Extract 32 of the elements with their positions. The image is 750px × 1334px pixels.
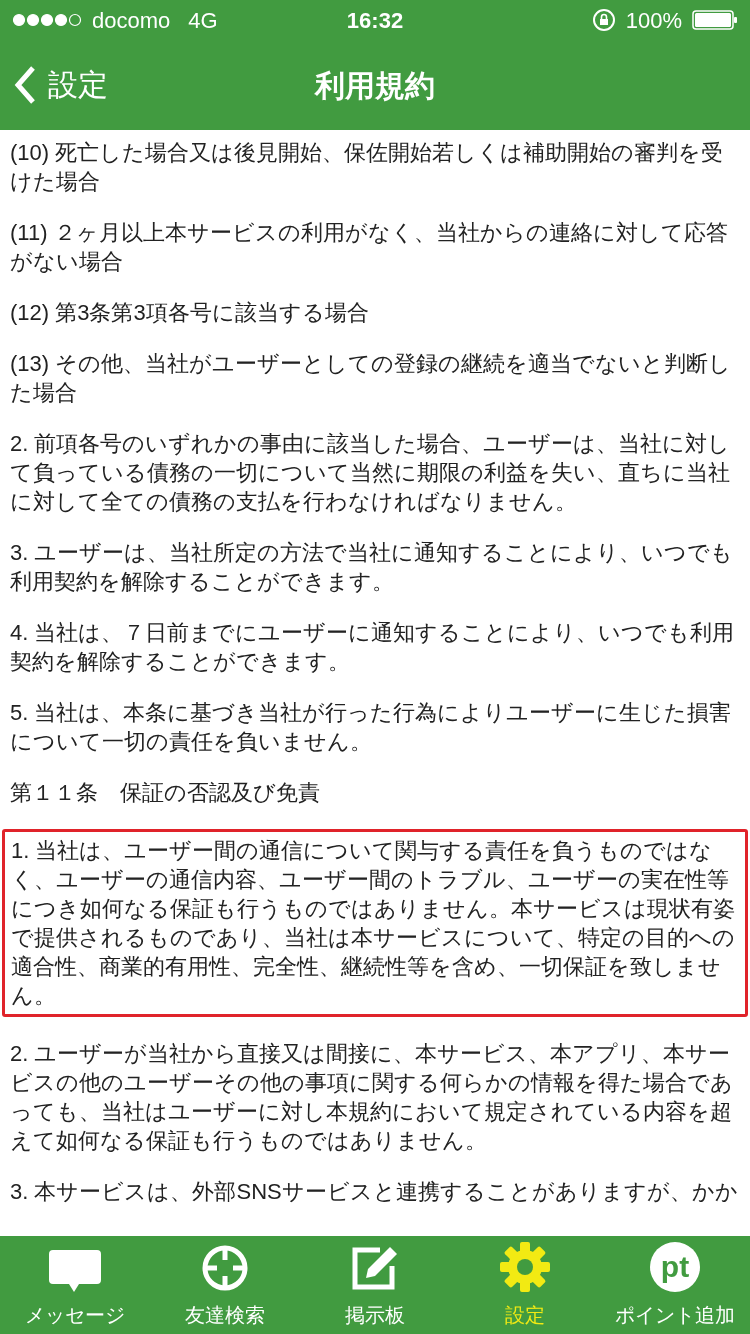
battery-icon: [692, 10, 738, 30]
tab-bar-item[interactable]: pt ポイント追加: [600, 1236, 750, 1334]
terms-paragraph: 1. 当社は、ユーザー間の通信について関与する責任を負うものではなく、ユーザーの通信内容、ユーザー間のトラブル、ユーザーの実在性等につき如何なる保証も行うものではありません。本サービスは現状有姿で提供されるものであり、当社は本サービスについて、特定の目的への適合性、商業的有用性、完全性、継続性等を含め、一切保証を致しません。: [2, 829, 748, 1017]
terms-paragraph: 5. 当社は、本条に基づき当社が行った行為によりユーザーに生じた損害について一切の責任を負いません。: [10, 699, 733, 756]
tab-bar-item[interactable]: 掲示板: [300, 1236, 450, 1334]
terms-paragraph: 3. 本サービスは、外部SNSサービスと連携することがありますが、かか: [10, 1178, 739, 1206]
terms-paragraph: 4. 当社は、７日前までにユーザーに通知することにより、いつでも利用契約を解除することができます。: [10, 619, 736, 676]
terms-paragraph: (11) ２ヶ月以上本サービスの利用がなく、当社からの連絡に対して応答がない場合: [10, 219, 729, 276]
terms-paragraph: 2. ユーザーが当社から直接又は間接に、本サービス、本アプリ、本サービスの他のユーザーその他の事項に関する何らかの情報を得た場合であっても、当社はユーザーに対し本規約において規定されている内容を超えて如何なる保証も行うものではありません。: [10, 1040, 734, 1155]
terms-paragraph: 第１１条 保証の否認及び免責: [10, 779, 321, 807]
gear-icon: [500, 1242, 550, 1292]
speech-bubble-icon: [49, 1250, 101, 1292]
pencil-box-icon: [350, 1244, 400, 1292]
terms-paragraph: (12) 第3条第3項各号に該当する場合: [10, 299, 370, 327]
chevron-left-icon: [14, 64, 36, 105]
network-label: 4G: [188, 6, 218, 35]
terms-paragraph: 2. 前項各号のいずれかの事由に該当した場合、ユーザーは、当社に対して負っている債務の一切について当然に期限の利益を失い、直ちに当社に対して全ての債務の支払を行わなければなりません。: [10, 430, 732, 516]
tab-bar-item[interactable]: メッセージ: [0, 1236, 150, 1334]
carrier-label: docomo: [92, 6, 171, 35]
terms-paragraph: 3. ユーザーは、当社所定の方法で当社に通知することにより、いつでも利用契約を解除することができます。: [10, 539, 735, 596]
terms-paragraph: (13) その他、当社がユーザーとしての登録の継続を適当でないと判断した場合: [10, 350, 733, 407]
battery-percent: 100%: [625, 6, 682, 35]
back-button[interactable]: 設定: [14, 62, 108, 107]
terms-paragraph: (10) 死亡した場合又は後見開始、保佐開始若しくは補助開始の審判を受けた場合: [10, 139, 725, 196]
points-icon: pt: [650, 1242, 700, 1292]
rotation-lock-icon: [591, 8, 616, 32]
signal-icon: [12, 13, 82, 27]
crosshair-icon: [201, 1244, 249, 1292]
tab-bar-item[interactable]: 友達検索: [150, 1236, 300, 1334]
status-time: 16:32: [345, 6, 405, 35]
page-title: 利用規約: [315, 67, 435, 104]
tab-bar-item[interactable]: 設定: [450, 1236, 600, 1334]
